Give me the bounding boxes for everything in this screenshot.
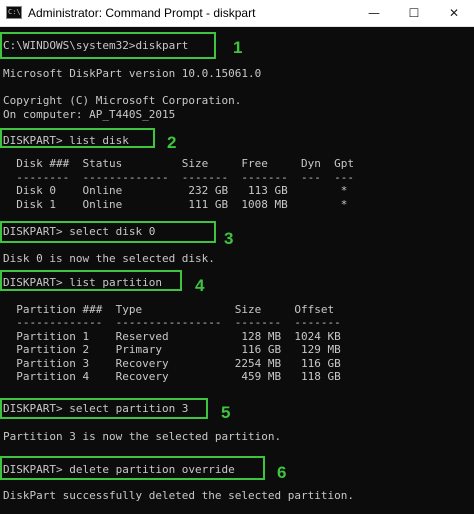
console-line: Partition ### Type Size Offset <box>3 303 335 316</box>
command-highlight-box <box>0 398 208 419</box>
console-line: DiskPart successfully deleted the select… <box>3 489 354 502</box>
command-highlight-box <box>0 456 265 480</box>
maximize-button[interactable]: ☐ <box>394 0 434 26</box>
command-highlight-box <box>0 32 216 59</box>
console-line: Partition 3 is now the selected partitio… <box>3 430 282 443</box>
step-number-label: 5 <box>221 403 231 422</box>
step-number-label: 6 <box>277 463 287 482</box>
window-title-bar[interactable]: C:\ Administrator: Command Prompt - disk… <box>0 0 474 27</box>
step-number-label: 1 <box>233 38 243 57</box>
console-line: Copyright (C) Microsoft Corporation. <box>3 94 242 107</box>
console-line: Disk 0 Online 232 GB 113 GB * <box>3 184 348 197</box>
console-line: Disk 1 Online 111 GB 1008 MB * <box>3 198 348 211</box>
console-line: ------------- ---------------- ------- -… <box>3 316 341 329</box>
console-line: -------- ------------- ------- ------- -… <box>3 171 354 184</box>
close-button[interactable]: ✕ <box>434 0 474 26</box>
step-number-label: 4 <box>195 276 205 295</box>
console-line: Microsoft DiskPart version 10.0.15061.0 <box>3 67 262 80</box>
step-number-label: 3 <box>224 229 234 248</box>
window-title: Administrator: Command Prompt - diskpart <box>28 6 256 20</box>
step-number-label: 2 <box>167 133 177 152</box>
command-highlight-box <box>0 221 216 243</box>
command-highlight-box <box>0 270 182 291</box>
console-line: Partition 1 Reserved 128 MB 1024 KB <box>3 330 341 343</box>
console-line: Partition 3 Recovery 2254 MB 116 GB <box>3 357 341 370</box>
console-line: Disk ### Status Size Free Dyn Gpt <box>3 157 354 170</box>
command-highlight-box <box>0 128 155 148</box>
console-output[interactable]: C:\WINDOWS\system32>diskpart Microsoft D… <box>0 27 474 514</box>
console-line: Partition 4 Recovery 459 MB 118 GB <box>3 370 341 383</box>
console-line: On computer: AP_T440S_2015 <box>3 108 176 121</box>
console-line: Disk 0 is now the selected disk. <box>3 252 215 265</box>
command-prompt-icon: C:\ <box>6 6 22 19</box>
console-line: Partition 2 Primary 116 GB 129 MB <box>3 343 341 356</box>
minimize-button[interactable]: — <box>354 0 394 26</box>
